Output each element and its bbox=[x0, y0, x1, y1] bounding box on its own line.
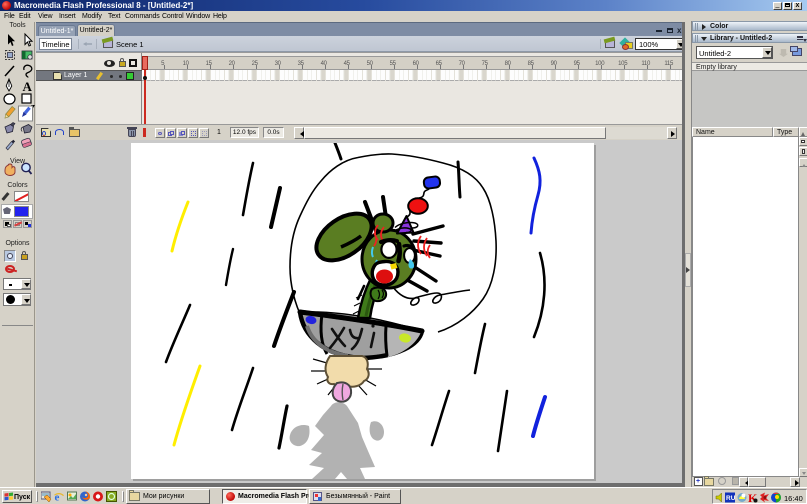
svg-text:A: A bbox=[23, 79, 33, 94]
svg-text:RU: RU bbox=[726, 495, 736, 502]
